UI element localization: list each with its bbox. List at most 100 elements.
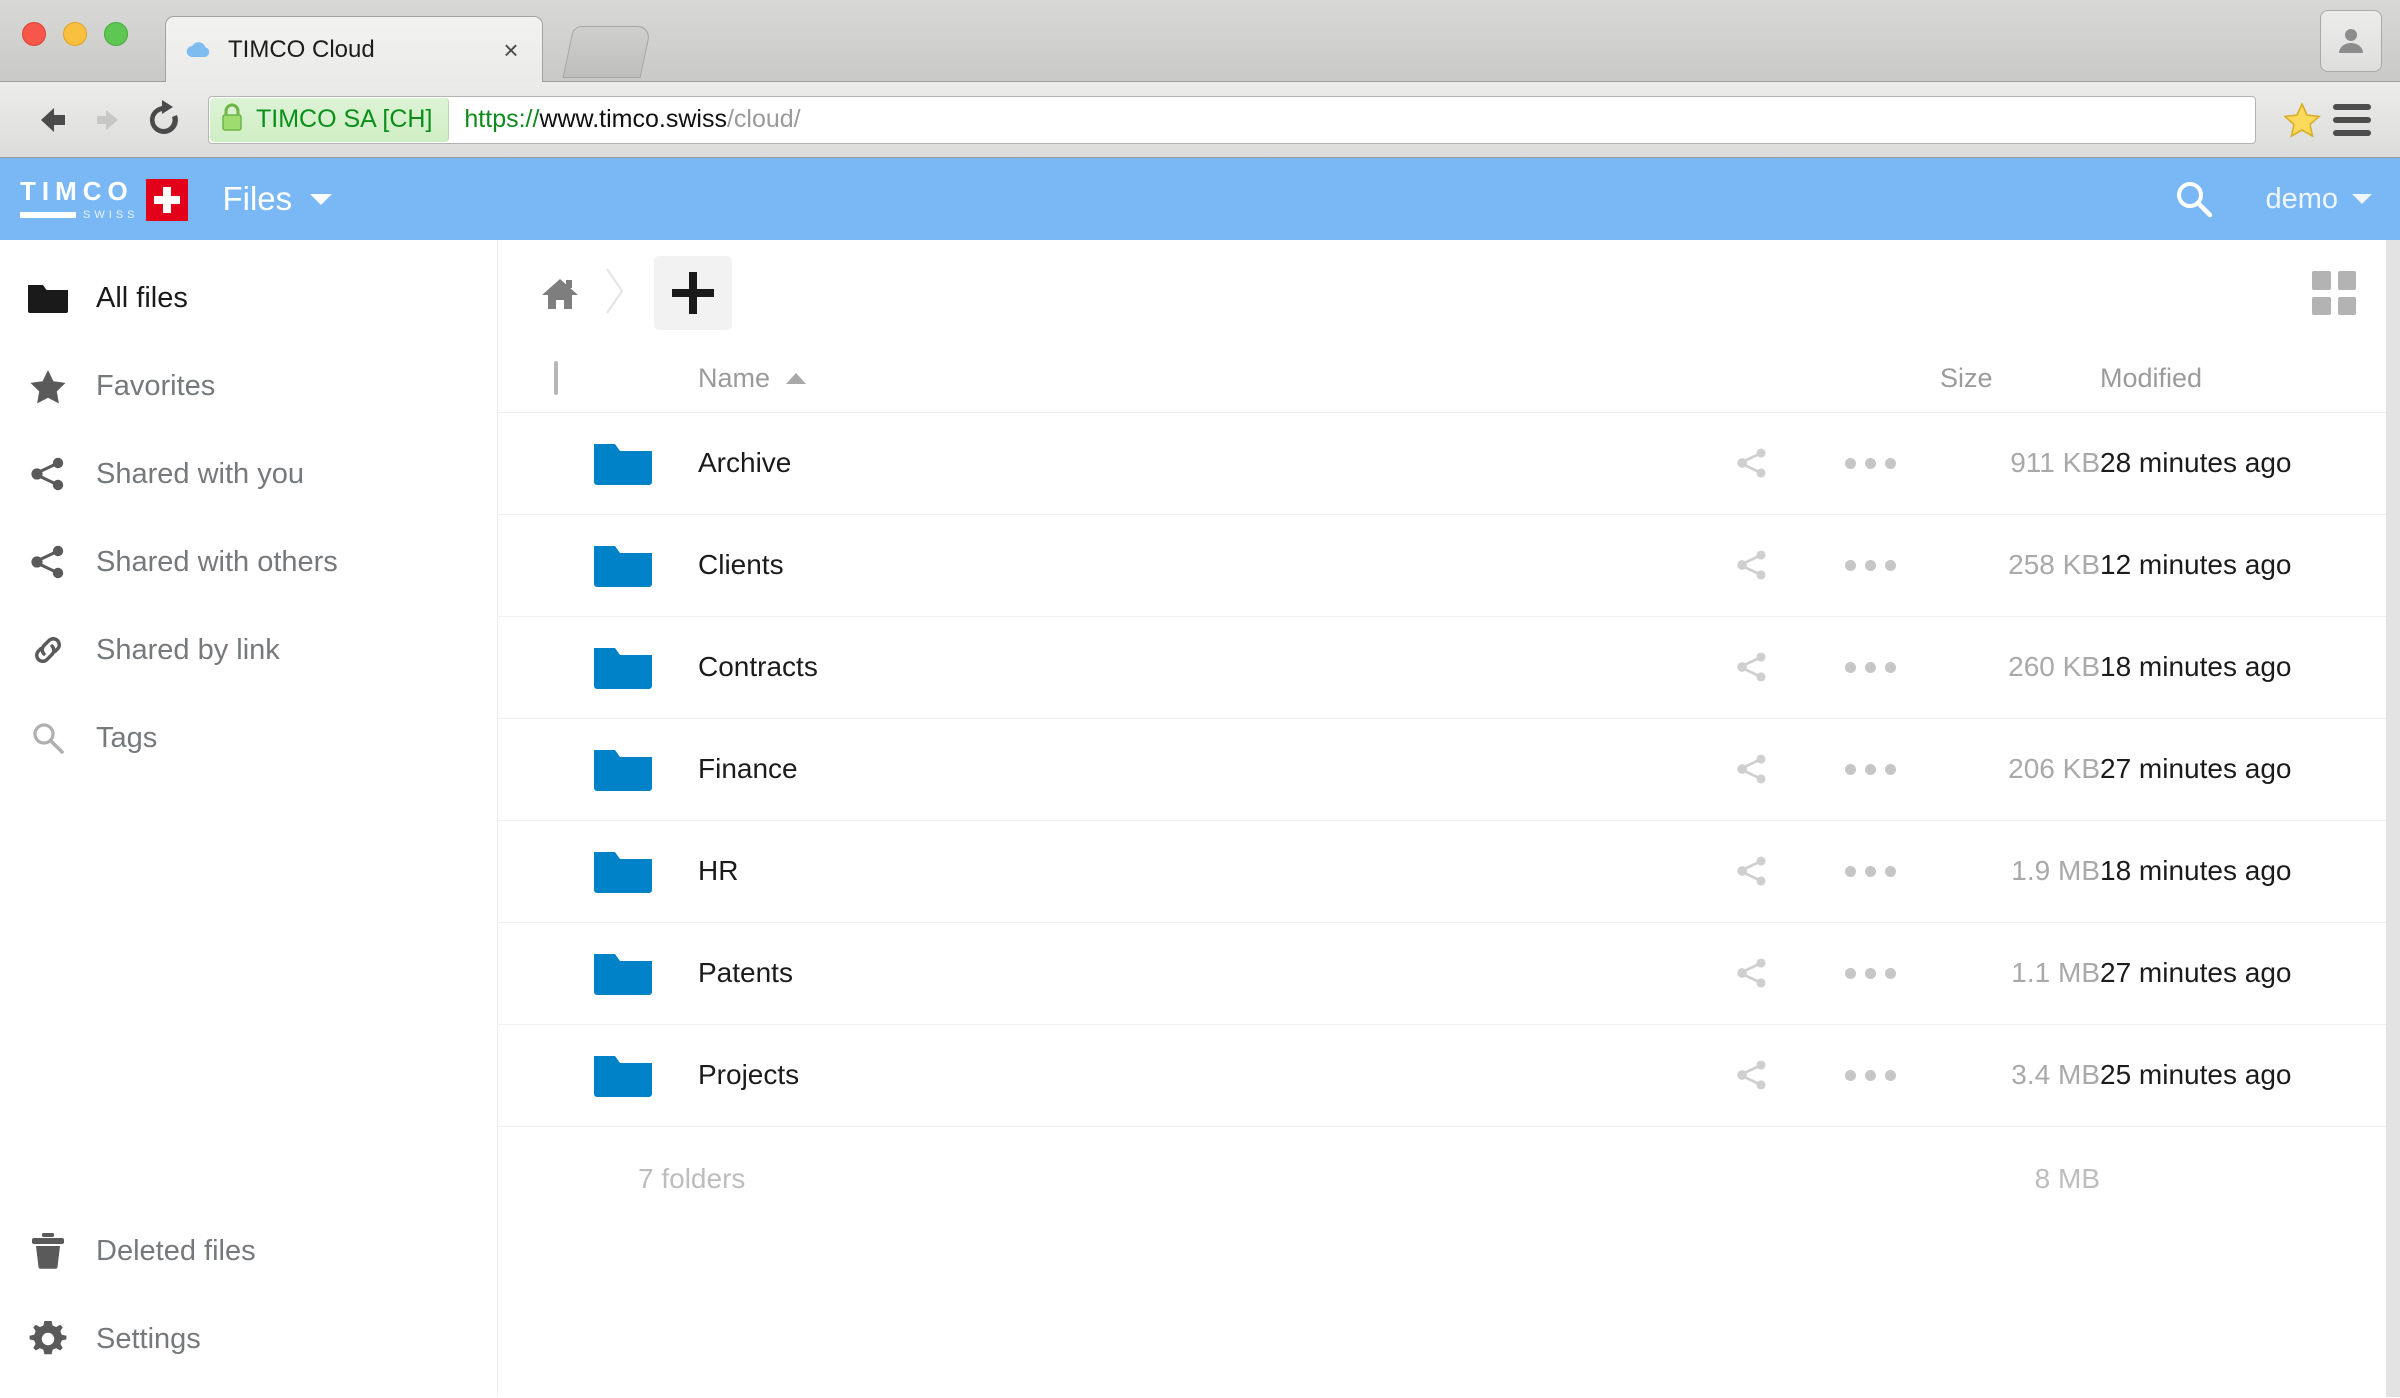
sidebar-item-shared-with-you[interactable]: Shared with you [0,430,497,518]
grid-view-icon[interactable] [2312,271,2356,315]
share-icon[interactable] [1704,649,1800,685]
more-actions-icon[interactable] [1800,865,1940,877]
table-row[interactable]: Contracts 260 KB 18 minutes ago [498,616,2400,719]
file-name[interactable]: Patents [698,922,1704,1025]
table-row[interactable]: Finance 206 KB 27 minutes ago [498,718,2400,821]
share-icon[interactable] [1704,955,1800,991]
row-share-cell[interactable] [1704,922,1800,1025]
sidebar-item-all-files[interactable]: All files [0,254,497,342]
row-share-cell[interactable] [1704,412,1800,515]
file-name[interactable]: HR [698,820,1704,923]
browser-tab[interactable]: TIMCO Cloud × [165,16,543,82]
folder-icon [594,644,698,690]
logo-subtitle: SWISS [83,208,139,221]
close-icon[interactable]: × [498,37,524,63]
name-column-header[interactable]: Name [698,346,1704,413]
minimize-window-button[interactable] [63,22,87,46]
share-icon [24,538,72,586]
more-actions-icon[interactable] [1800,1069,1940,1081]
file-size: 1.1 MB [1940,922,2100,1025]
more-actions-icon[interactable] [1800,967,1940,979]
share-icon[interactable] [1704,445,1800,481]
row-share-cell[interactable] [1704,718,1800,821]
row-share-cell[interactable] [1704,514,1800,617]
row-share-cell[interactable] [1704,616,1800,719]
row-actions-cell[interactable] [1800,412,1940,515]
table-row[interactable]: Patents 1.1 MB 27 minutes ago [498,922,2400,1025]
file-modified: 18 minutes ago [2100,820,2400,923]
reload-icon[interactable] [136,92,192,148]
back-icon[interactable] [24,92,80,148]
row-actions-cell[interactable] [1800,616,1940,719]
table-row[interactable]: Archive 911 KB 28 minutes ago [498,412,2400,515]
row-checkbox-cell[interactable] [498,514,594,617]
sidebar-item-favorites[interactable]: Favorites [0,342,497,430]
maximize-window-button[interactable] [104,22,128,46]
file-name[interactable]: Projects [698,1024,1704,1127]
share-icon[interactable] [1704,853,1800,889]
table-row[interactable]: Clients 258 KB 12 minutes ago [498,514,2400,617]
sidebar-item-shared-by-link[interactable]: Shared by link [0,606,497,694]
bookmark-star-icon[interactable] [2276,100,2328,140]
cloud-icon [184,35,214,65]
url-text[interactable]: https://www.timco.swiss/cloud/ [450,105,800,134]
modified-column-header[interactable]: Modified [2100,346,2400,413]
name-column-label: Name [698,363,771,394]
user-menu[interactable]: demo [2265,183,2372,216]
sidebar-item-label: Shared with you [96,457,304,490]
row-checkbox-cell[interactable] [498,922,594,1025]
file-size: 1.9 MB [1940,820,2100,923]
file-name[interactable]: Contracts [698,616,1704,719]
share-icon[interactable] [1704,1057,1800,1093]
sidebar-item-deleted-files[interactable]: Deleted files [0,1207,497,1295]
row-checkbox-cell[interactable] [498,412,594,515]
sidebar-item-shared-with-others[interactable]: Shared with others [0,518,497,606]
file-controls-bar [498,240,2400,346]
chevron-down-icon[interactable] [310,193,333,205]
timco-logo[interactable]: TIMCO SWISS [20,178,189,221]
row-checkbox-cell[interactable] [498,820,594,923]
file-list-header: Name Size Modified [498,346,2400,413]
star-icon [24,362,72,410]
table-row[interactable]: HR 1.9 MB 18 minutes ago [498,820,2400,923]
file-name[interactable]: Clients [698,514,1704,617]
row-icon-cell [594,412,698,515]
sidebar-item-settings[interactable]: Settings [0,1295,497,1383]
url-path: /cloud/ [726,105,801,133]
table-row[interactable]: Projects 3.4 MB 25 minutes ago [498,1024,2400,1127]
row-actions-cell[interactable] [1800,514,1940,617]
row-share-cell[interactable] [1704,1024,1800,1127]
row-checkbox-cell[interactable] [498,718,594,821]
row-actions-cell[interactable] [1800,820,1940,923]
row-share-cell[interactable] [1704,820,1800,923]
file-name[interactable]: Archive [698,412,1704,515]
sidebar-item-tags[interactable]: Tags [0,694,497,782]
more-actions-icon[interactable] [1800,559,1940,571]
close-window-button[interactable] [22,22,46,46]
row-actions-cell[interactable] [1800,1024,1940,1127]
new-file-button[interactable] [654,256,732,330]
file-name[interactable]: Finance [698,718,1704,821]
search-icon[interactable] [2171,176,2217,222]
more-actions-icon[interactable] [1800,661,1940,673]
sidebar-item-label: Favorites [96,369,216,402]
ev-certificate-badge[interactable]: TIMCO SA [CH] [210,97,450,142]
share-icon[interactable] [1704,751,1800,787]
address-bar[interactable]: TIMCO SA [CH] https://www.timco.swiss/cl… [208,95,2256,144]
select-all-checkbox[interactable] [554,361,558,396]
more-actions-icon[interactable] [1800,457,1940,469]
hamburger-menu-icon[interactable] [2328,96,2376,144]
row-actions-cell[interactable] [1800,718,1940,821]
forward-icon[interactable] [80,92,136,148]
new-tab-button[interactable] [562,26,652,78]
vertical-scrollbar[interactable] [2386,240,2400,1397]
home-icon[interactable] [534,267,586,319]
row-checkbox-cell[interactable] [498,616,594,719]
profile-avatar-icon[interactable] [2320,10,2382,72]
more-actions-icon[interactable] [1800,763,1940,775]
row-icon-cell [594,922,698,1025]
row-actions-cell[interactable] [1800,922,1940,1025]
size-column-header[interactable]: Size [1940,346,2100,413]
share-icon[interactable] [1704,547,1800,583]
row-checkbox-cell[interactable] [498,1024,594,1127]
